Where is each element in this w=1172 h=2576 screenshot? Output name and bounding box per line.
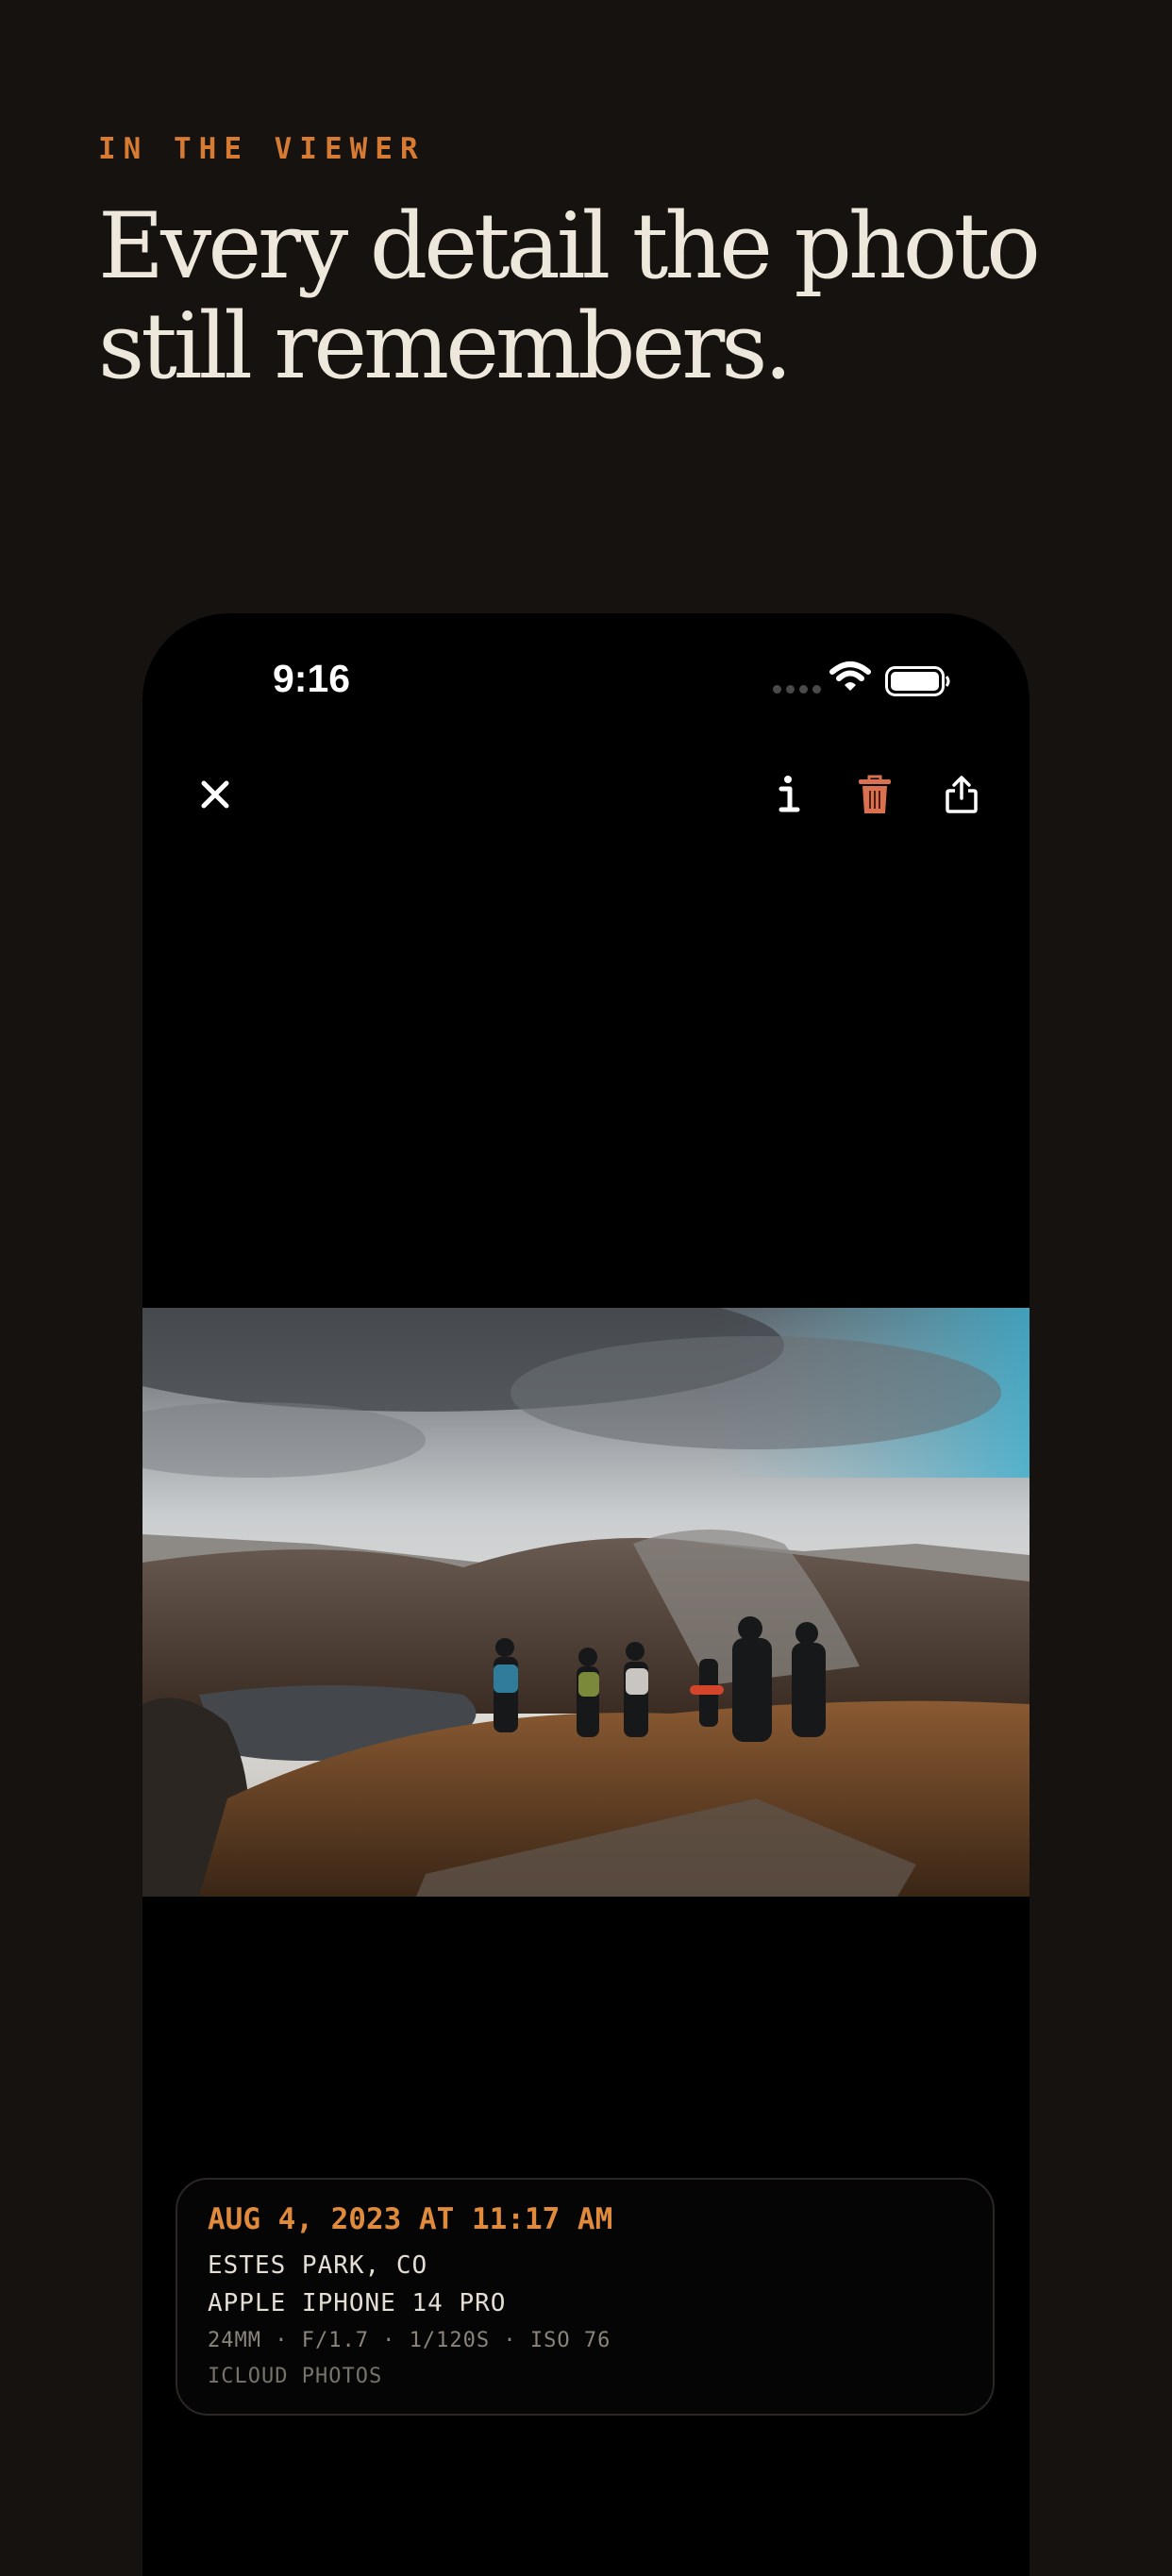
battery-icon — [885, 666, 950, 696]
photo-info-card: AUG 4, 2023 AT 11:17 AM ESTES PARK, CO A… — [176, 2178, 995, 2416]
headline-line-2: still remembers. — [98, 293, 793, 399]
close-icon[interactable] — [194, 774, 236, 815]
wifi-icon — [829, 661, 871, 691]
cellular-signal-icon — [773, 685, 821, 694]
info-icon[interactable] — [769, 774, 807, 815]
headline-line-1: Every detail the photo — [98, 193, 1041, 299]
share-icon[interactable] — [943, 774, 980, 815]
photo-date: AUG 4, 2023 AT 11:17 AM — [208, 2202, 613, 2236]
section-eyebrow: IN THE VIEWER — [98, 132, 426, 166]
photo-image[interactable] — [142, 1308, 1030, 1897]
photo-source: ICLOUD PHOTOS — [208, 2365, 383, 2388]
photo-exif: 24MM · F/1.7 · 1/120S · ISO 76 — [208, 2329, 611, 2352]
photo-camera: APPLE IPHONE 14 PRO — [208, 2289, 507, 2317]
photo-location: ESTES PARK, CO — [208, 2251, 428, 2280]
phone-frame: 9:16 AUG 4, 2023 AT 11:17 AM ESTES PARK,… — [142, 613, 1030, 2576]
status-time: 9:16 — [273, 657, 351, 700]
section-headline: Every detail the photo still remembers. — [98, 196, 1080, 396]
trash-icon[interactable] — [855, 774, 895, 815]
